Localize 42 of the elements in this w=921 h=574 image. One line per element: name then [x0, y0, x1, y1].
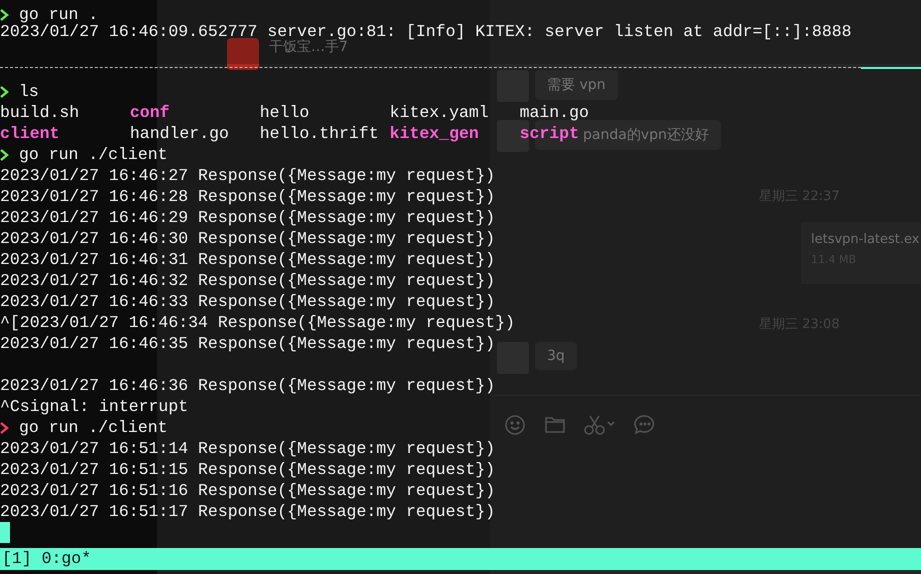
file-name: main.go	[520, 102, 589, 123]
directory-name: kitex_gen	[390, 123, 480, 144]
output-line: 2023/01/27 16:46:28 Response({Message:my request})	[0, 186, 496, 207]
output-line: 2023/01/27 16:46:30 Response({Message:my request})	[0, 228, 496, 249]
output-line: ^[2023/01/27 16:46:34 Response({Message:my request})	[0, 312, 515, 333]
command-text: go run ./client	[19, 417, 168, 438]
output-line: 2023/01/27 16:46:27 Response({Message:my request})	[0, 165, 496, 186]
output-line: 2023/01/27 16:46:33 Response({Message:my request})	[0, 291, 496, 312]
emoji-icon[interactable]	[504, 414, 526, 436]
output-line: 2023/01/27 16:46:29 Response({Message:my request})	[0, 207, 496, 228]
output-line: 2023/01/27 16:46:09.652777 server.go:81: [Info] KITEX: server listen at addr=[::]:8888	[0, 23, 852, 40]
chat-bubble-icon[interactable]	[634, 414, 656, 436]
chat-avatar	[227, 38, 259, 70]
output-line: ^Csignal: interrupt	[0, 396, 188, 417]
output-line: 2023/01/27 16:46:31 Response({Message:my request})	[0, 249, 496, 270]
message-text: panda的vpn还没好	[583, 127, 709, 143]
message-text: 3q	[547, 348, 565, 364]
command-text: go run .	[19, 6, 98, 23]
cursor-block	[0, 522, 10, 543]
output-line: 2023/01/27 16:46:35 Response({Message:my request})	[0, 333, 496, 354]
file-name: letsvpn-latest.ex	[811, 232, 920, 247]
file-name: handler.go	[130, 123, 230, 144]
output-line: 2023/01/27 16:46:32 Response({Message:my request})	[0, 270, 496, 291]
output-line: 2023/01/27 16:51:15 Response({Message:my request})	[0, 459, 496, 480]
output-line: 2023/01/27 16:51:16 Response({Message:my request})	[0, 480, 496, 501]
output-line: 2023/01/27 16:51:14 Response({Message:my request})	[0, 438, 496, 459]
command-text: ls	[19, 81, 39, 102]
scissors-icon[interactable]	[584, 414, 616, 436]
output-line: 2023/01/27 16:51:17 Response({Message:my request})	[0, 501, 496, 522]
file-name: hello	[260, 102, 310, 123]
status-bar: [1] 0:go*	[0, 548, 921, 570]
command-text: go run ./client	[19, 144, 168, 165]
directory-name: script	[520, 123, 579, 144]
message-text: 需要 vpn	[547, 77, 606, 93]
file-name: build.sh	[0, 102, 80, 123]
directory-name: client	[0, 123, 60, 144]
output-line: 2023/01/27 16:46:36 Response({Message:my request})	[0, 375, 496, 396]
folder-icon[interactable]	[544, 414, 566, 434]
chat-title: 干饭宝…手7	[269, 39, 348, 56]
file-name: hello.thrift	[260, 123, 380, 144]
directory-name: conf	[130, 102, 170, 123]
file-name: kitex.yaml	[390, 102, 490, 123]
